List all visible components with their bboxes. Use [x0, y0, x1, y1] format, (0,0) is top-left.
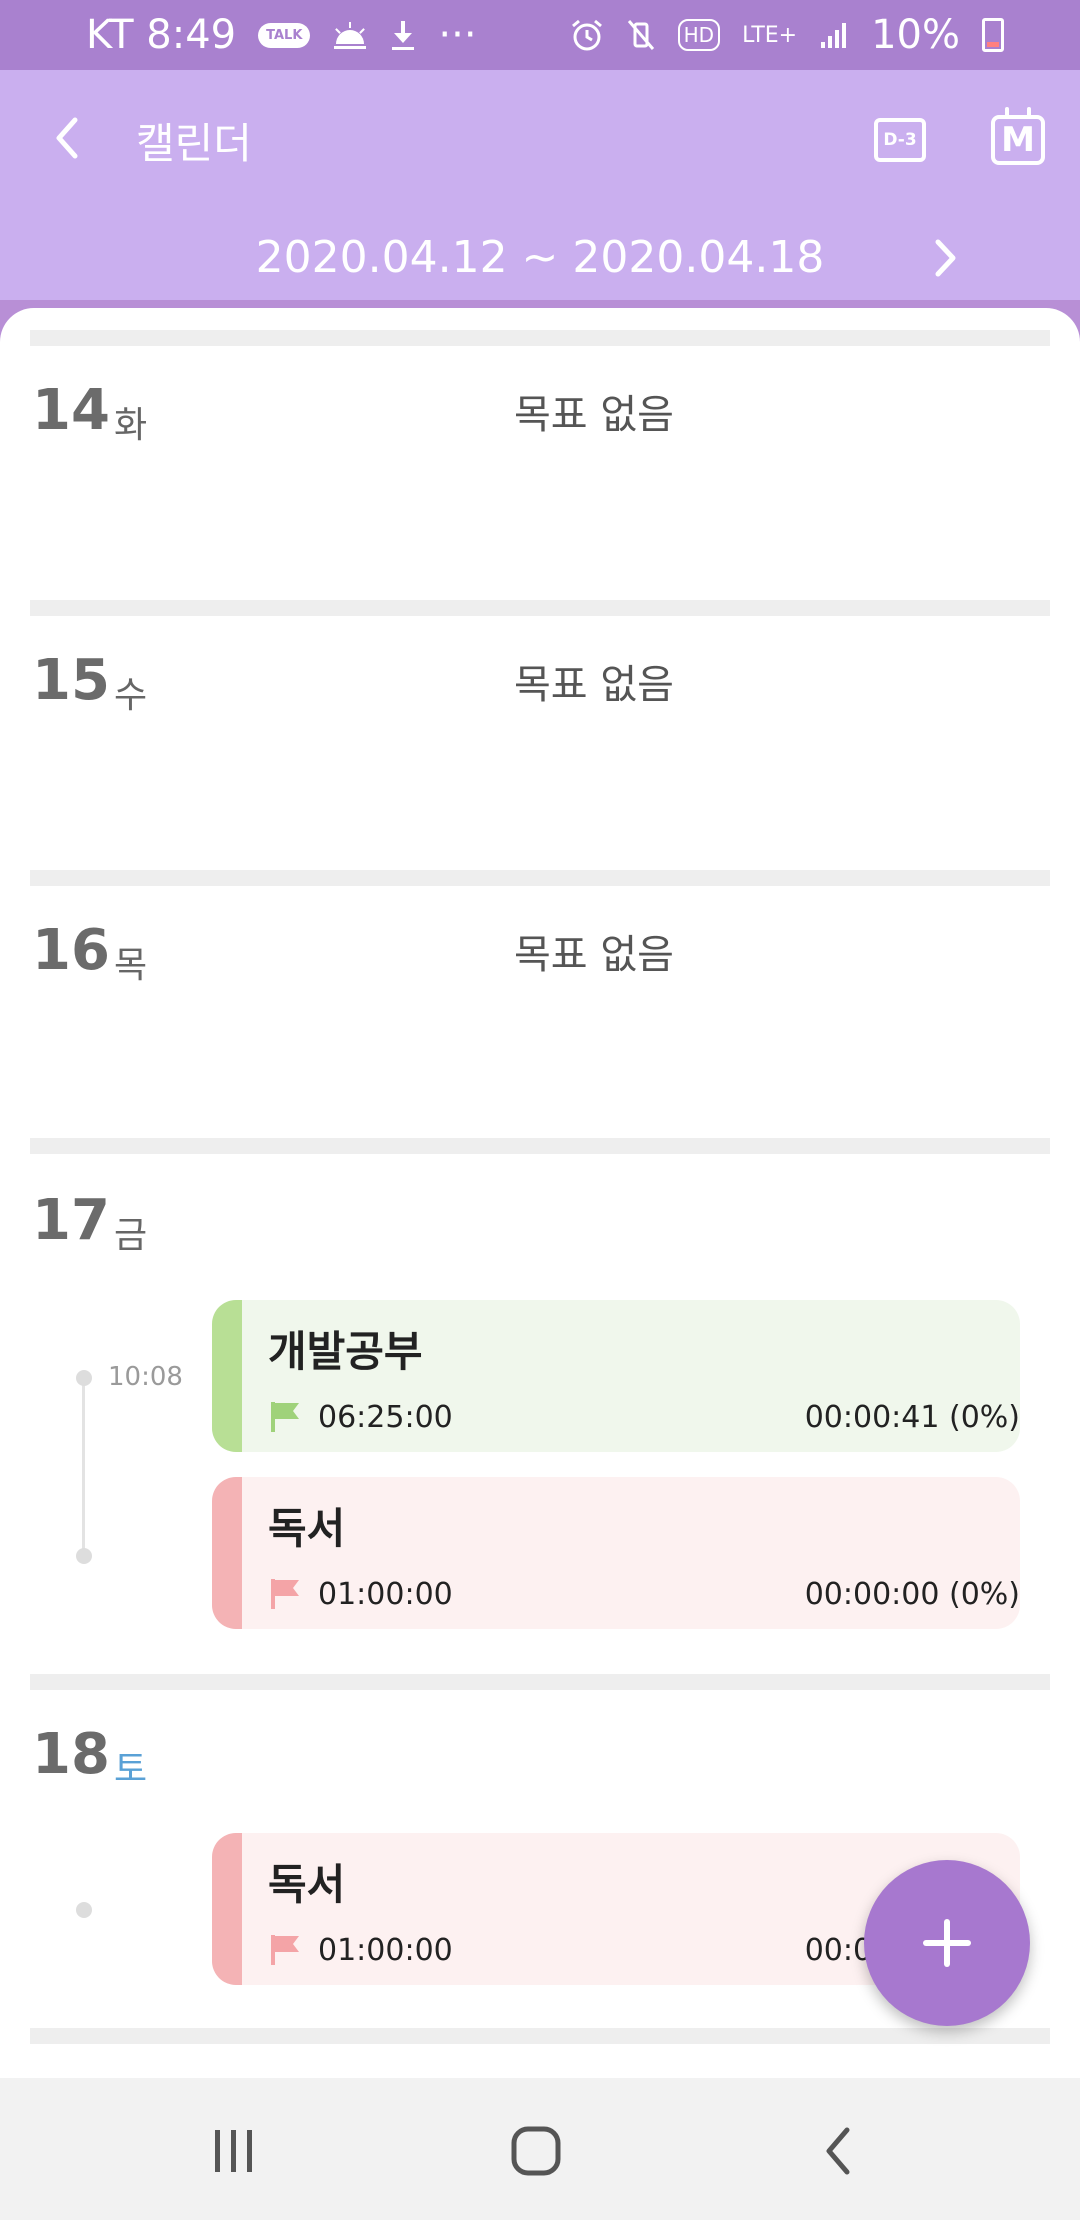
- app-header: 캘린더 D-3 M: [0, 70, 1080, 210]
- day-number: 18: [32, 1722, 110, 1787]
- flag-icon: [271, 1402, 299, 1432]
- day-weekday: 목: [114, 945, 148, 986]
- home-icon: [511, 2126, 561, 2176]
- divider: [30, 600, 1050, 616]
- status-right: HD LTE+ 10%: [570, 12, 1004, 58]
- divider: [30, 1674, 1050, 1690]
- flag-icon: [271, 1935, 299, 1965]
- day-number: 17: [32, 1188, 110, 1253]
- task-goal-time: 01:00:00: [318, 1933, 453, 1968]
- day-number: 15: [32, 648, 110, 713]
- hd-icon: HD: [677, 19, 721, 51]
- vibrate-mute-icon: [626, 18, 656, 52]
- nav-back-icon: [826, 2127, 850, 2175]
- task-card[interactable]: 개발공부 06:25:00 00:00:41 (0%): [212, 1300, 1020, 1452]
- divider: [30, 1138, 1050, 1154]
- calendar-screen: KT 8:49 TALK ··· HD LTE+ 10% 캘린더 D-3 M 2…: [0, 0, 1080, 2220]
- navigation-bar: [0, 2078, 1080, 2220]
- alarm-icon: [570, 18, 604, 52]
- day-number: 14: [32, 378, 110, 443]
- timeline-time: 10:08: [108, 1362, 183, 1392]
- task-name: 독서: [268, 1860, 346, 1909]
- timeline-dot: [76, 1548, 92, 1564]
- no-goal-text: 목표 없음: [514, 392, 674, 438]
- timeline-dot: [76, 1902, 92, 1918]
- task-goal-time: 06:25:00: [318, 1400, 453, 1435]
- status-left: KT 8:49 TALK ···: [86, 12, 477, 58]
- page-title: 캘린더: [136, 119, 252, 168]
- task-color-bar: [212, 1477, 242, 1629]
- month-calendar-icon: M: [991, 107, 1045, 165]
- d-day-button[interactable]: D-3: [872, 112, 928, 168]
- task-record: 00:00:00 (0%): [804, 1577, 1020, 1612]
- task-card[interactable]: 독서 01:00:00 00:00:00 (0%): [212, 1477, 1020, 1629]
- timeline-line: [82, 1378, 85, 1558]
- day-weekday: 토: [114, 1749, 148, 1790]
- next-week-button[interactable]: [926, 230, 966, 286]
- plus-icon: [923, 1919, 971, 1967]
- task-color-bar: [212, 1300, 242, 1452]
- flag-icon: [271, 1579, 299, 1609]
- day-weekday: 금: [114, 1215, 148, 1256]
- lte-icon: LTE+: [742, 22, 798, 48]
- more-notifications-icon: ···: [438, 12, 477, 58]
- day-weekday: 수: [114, 675, 148, 716]
- divider: [30, 870, 1050, 886]
- home-button[interactable]: [496, 2116, 576, 2186]
- next-arrow-icon: [935, 239, 956, 277]
- recent-apps-button[interactable]: [194, 2116, 274, 2186]
- task-name: 독서: [268, 1504, 346, 1553]
- back-button[interactable]: [46, 108, 86, 168]
- month-view-button[interactable]: M: [990, 107, 1046, 168]
- day-weekday: 화: [114, 405, 148, 446]
- no-goal-text: 목표 없음: [514, 662, 674, 708]
- no-goal-text: 목표 없음: [514, 932, 674, 978]
- system-back-button[interactable]: [798, 2116, 878, 2186]
- week-navigator: 2020.04.12 ~ 2020.04.18: [0, 210, 1080, 300]
- task-name: 개발공부: [268, 1327, 423, 1376]
- recent-apps-icon: [215, 2130, 252, 2172]
- d-day-icon: D-3: [874, 118, 926, 162]
- divider: [30, 330, 1050, 346]
- carrier-time: KT 8:49: [86, 12, 237, 58]
- battery-percent: 10%: [871, 12, 960, 58]
- task-goal-time: 01:00:00: [318, 1577, 453, 1612]
- status-bar: KT 8:49 TALK ··· HD LTE+ 10%: [0, 0, 1080, 70]
- divider: [30, 2028, 1050, 2044]
- task-color-bar: [212, 1833, 242, 1985]
- day-number: 16: [32, 918, 110, 983]
- add-goal-button[interactable]: [864, 1860, 1030, 2026]
- task-record: 00:00:41 (0%): [804, 1400, 1020, 1435]
- signal-icon: [819, 20, 849, 50]
- week-list[interactable]: 14 화 목표 없음 15 수 목표 없음 16 목 목표 없음 17 금 10…: [0, 308, 1080, 2078]
- weather-icon: [332, 20, 368, 50]
- battery-icon: [982, 18, 1004, 52]
- kakaotalk-icon: TALK: [258, 22, 311, 48]
- back-arrow-icon: [56, 117, 78, 159]
- download-icon: [390, 19, 416, 51]
- week-range: 2020.04.12 ~ 2020.04.18: [255, 232, 825, 283]
- timeline-dot: [76, 1370, 92, 1386]
